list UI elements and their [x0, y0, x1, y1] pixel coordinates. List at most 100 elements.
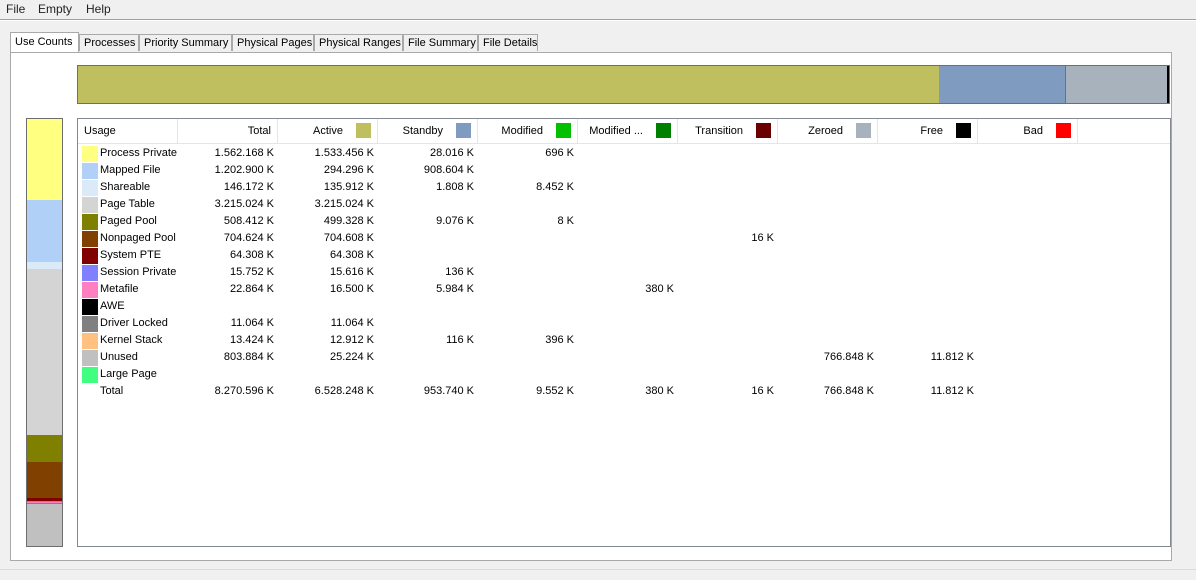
- column-header-bad[interactable]: Bad: [978, 119, 1078, 143]
- free-color-swatch: [956, 123, 971, 138]
- column-header-label: Free: [920, 125, 943, 137]
- usage-bar-segment: [27, 119, 62, 200]
- cell-standby: 116 K: [446, 334, 474, 346]
- cell-total: 146.172 K: [223, 181, 274, 193]
- cell-active: 704.608 K: [323, 232, 374, 244]
- cell-total: 15.752 K: [229, 266, 274, 278]
- column-header-active[interactable]: Active: [278, 119, 378, 143]
- modified-color-swatch: [556, 123, 571, 138]
- cell-modified: 9.552 K: [536, 385, 574, 397]
- cell-zeroed: 766.848 K: [823, 351, 874, 363]
- usage-color-swatch: [82, 350, 98, 366]
- cell-total: 3.215.024 K: [214, 198, 274, 210]
- table-row[interactable]: Total 8.270.596 K 6.528.248 K 953.740 K 9.55…: [78, 383, 1170, 400]
- column-header-label: Bad: [1023, 125, 1043, 137]
- cell-modified-no-write: 380 K: [645, 385, 674, 397]
- cell-active: 135.912 K: [323, 181, 374, 193]
- table-row[interactable]: Shareable 146.172 K 135.912 K 1.808 K 8.452 …: [78, 179, 1170, 196]
- column-header-label: Zeroed: [808, 125, 843, 137]
- column-header-modified[interactable]: Modified: [478, 119, 578, 143]
- cell-active: 294.296 K: [323, 164, 374, 176]
- cell-transition: 16 K: [751, 385, 774, 397]
- memory-usage-bar: [26, 118, 63, 547]
- usage-color-swatch: [82, 316, 98, 332]
- tab-use-counts[interactable]: Use Counts: [10, 32, 79, 52]
- status-bar: [0, 569, 1196, 580]
- memory-state-bar: [77, 65, 1170, 104]
- usage-name: Page Table: [100, 198, 155, 210]
- cell-standby: 5.984 K: [436, 283, 474, 295]
- cell-total: 64.308 K: [229, 249, 274, 261]
- column-header-label: Total: [247, 125, 271, 137]
- zeroed-color-swatch: [856, 123, 871, 138]
- table-row[interactable]: Paged Pool 508.412 K 499.328 K 9.076 K 8 K: [78, 213, 1170, 230]
- bad-color-swatch: [1056, 123, 1071, 138]
- table-row[interactable]: Nonpaged Pool 704.624 K 704.608 K 16 K: [78, 230, 1170, 247]
- table-row[interactable]: System PTE 64.308 K 64.308 K: [78, 247, 1170, 264]
- table-row[interactable]: Mapped File 1.202.900 K 294.296 K 908.604 K: [78, 162, 1170, 179]
- usage-name: System PTE: [100, 249, 162, 261]
- table-row[interactable]: Driver Locked 11.064 K 11.064 K: [78, 315, 1170, 332]
- usage-bar-segment: [27, 461, 62, 498]
- menu-help[interactable]: Help: [86, 2, 111, 16]
- usage-name: Driver Locked: [100, 317, 168, 329]
- usage-name: Paged Pool: [100, 215, 157, 227]
- usage-name: Metafile: [100, 283, 139, 295]
- cell-total: 1.562.168 K: [214, 147, 274, 159]
- column-header-total[interactable]: Total: [178, 119, 278, 143]
- active-color-swatch: [356, 123, 371, 138]
- tab-physical-pages[interactable]: Physical Pages: [232, 34, 314, 51]
- usage-name: AWE: [100, 300, 125, 312]
- cell-standby: 28.016 K: [429, 147, 474, 159]
- column-header-usage[interactable]: Usage: [78, 119, 178, 143]
- table-row[interactable]: AWE: [78, 298, 1170, 315]
- column-header-free[interactable]: Free: [878, 119, 978, 143]
- table-row[interactable]: Unused 803.884 K 25.224 K 766.848 K 11.812 K: [78, 349, 1170, 366]
- cell-active: 25.224 K: [329, 351, 374, 363]
- column-header-transition[interactable]: Transition: [678, 119, 778, 143]
- cell-free: 11.812 K: [930, 385, 974, 397]
- cell-active: 15.616 K: [329, 266, 374, 278]
- cell-free: 11.812 K: [930, 351, 974, 363]
- column-header-label: Standby: [402, 125, 443, 137]
- column-header-label: Usage: [84, 125, 116, 137]
- tab-file-summary[interactable]: File Summary: [403, 34, 478, 51]
- column-header-standby[interactable]: Standby: [378, 119, 478, 143]
- usage-name: Nonpaged Pool: [100, 232, 176, 244]
- tab-processes[interactable]: Processes: [79, 34, 139, 51]
- column-header-zeroed[interactable]: Zeroed: [778, 119, 878, 143]
- menu-bar: File Empty Help: [0, 0, 1196, 19]
- table-header: Usage Total Active Standby Modified Modi…: [78, 119, 1170, 144]
- usage-color-swatch: [82, 248, 98, 264]
- table-row[interactable]: Large Page: [78, 366, 1170, 383]
- tab-priority-summary[interactable]: Priority Summary: [139, 34, 232, 51]
- cell-total: 704.624 K: [223, 232, 274, 244]
- cell-total: 13.424 K: [229, 334, 274, 346]
- cell-active: 3.215.024 K: [314, 198, 374, 210]
- usage-color-swatch: [82, 197, 98, 213]
- cell-standby: 136 K: [445, 266, 474, 278]
- column-header-modified-no-write[interactable]: Modified ...: [578, 119, 678, 143]
- usage-color-swatch: [82, 146, 98, 162]
- tab-physical-ranges[interactable]: Physical Ranges: [314, 34, 403, 51]
- use-counts-table: Usage Total Active Standby Modified Modi…: [77, 118, 1171, 547]
- menu-file[interactable]: File: [6, 2, 25, 16]
- tab-file-details[interactable]: File Details: [478, 34, 538, 51]
- cell-active: 11.064 K: [330, 317, 374, 329]
- cell-active: 6.528.248 K: [314, 385, 374, 397]
- column-header-label: Transition: [695, 125, 743, 137]
- state-bar-segment-standby: [939, 66, 1065, 103]
- table-row[interactable]: Page Table 3.215.024 K 3.215.024 K: [78, 196, 1170, 213]
- table-row[interactable]: Metafile 22.864 K 16.500 K 5.984 K 380 K: [78, 281, 1170, 298]
- table-row[interactable]: Kernel Stack 13.424 K 12.912 K 116 K 396 K: [78, 332, 1170, 349]
- cell-total: 11.064 K: [230, 317, 274, 329]
- cell-standby: 908.604 K: [423, 164, 474, 176]
- usage-name: Process Private: [100, 147, 178, 159]
- usage-bar-segment: [27, 269, 62, 436]
- cell-active: 1.533.456 K: [314, 147, 374, 159]
- menu-empty[interactable]: Empty: [38, 2, 72, 16]
- table-row[interactable]: Session Private 15.752 K 15.616 K 136 K: [78, 264, 1170, 281]
- use-counts-panel: Usage Total Active Standby Modified Modi…: [10, 52, 1172, 561]
- usage-name: Kernel Stack: [100, 334, 163, 346]
- table-row[interactable]: Process Private 1.562.168 K 1.533.456 K 28.…: [78, 145, 1170, 162]
